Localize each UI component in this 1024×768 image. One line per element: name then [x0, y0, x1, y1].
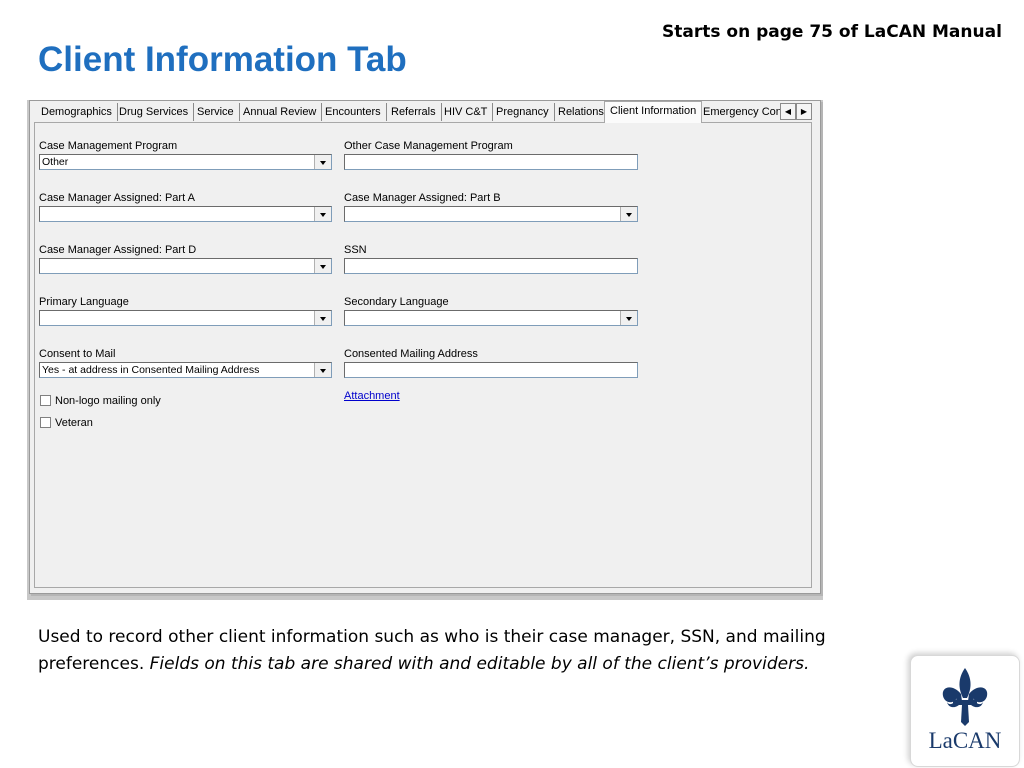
- case-manager-part-d-select[interactable]: [39, 258, 332, 274]
- case-management-program-label: Case Management Program: [39, 140, 178, 152]
- manual-reference: Starts on page 75 of LaCAN Manual: [662, 22, 1002, 42]
- primary-language-label: Primary Language: [39, 296, 129, 308]
- screenshot-frame: Demographics Drug Services Service Annua…: [27, 100, 823, 600]
- case-manager-part-b-label: Case Manager Assigned: Part B: [344, 192, 501, 204]
- chevron-down-icon[interactable]: [314, 207, 331, 221]
- case-manager-part-a-select[interactable]: [39, 206, 332, 222]
- tab-strip: Demographics Drug Services Service Annua…: [30, 101, 820, 123]
- case-manager-part-d-label: Case Manager Assigned: Part D: [39, 244, 197, 256]
- client-window: Demographics Drug Services Service Annua…: [29, 100, 821, 594]
- chevron-down-icon[interactable]: [620, 207, 637, 221]
- tab-drug-services[interactable]: Drug Services: [114, 103, 195, 121]
- consent-to-mail-label: Consent to Mail: [39, 348, 116, 360]
- lacan-logo: LaCAN: [910, 655, 1020, 767]
- case-management-program-select[interactable]: Other: [39, 154, 332, 170]
- consented-mailing-address-label: Consented Mailing Address: [344, 348, 478, 360]
- ssn-input[interactable]: [344, 258, 638, 274]
- tab-emergency-contact[interactable]: Emergency Con: [698, 103, 780, 121]
- slide-description: Used to record other client information …: [38, 624, 898, 678]
- primary-language-select[interactable]: [39, 310, 332, 326]
- ssn-label: SSN: [344, 244, 367, 256]
- attachment-link[interactable]: Attachment: [344, 390, 400, 402]
- chevron-down-icon[interactable]: [620, 311, 637, 325]
- consent-to-mail-value: Yes - at address in Consented Mailing Ad…: [42, 364, 260, 376]
- slide-title: Client Information Tab: [38, 40, 407, 79]
- case-manager-part-a-label: Case Manager Assigned: Part A: [39, 192, 195, 204]
- tab-demographics[interactable]: Demographics: [36, 103, 118, 121]
- tab-client-information[interactable]: Client Information: [604, 101, 703, 123]
- tab-referrals[interactable]: Referrals: [386, 103, 442, 121]
- description-italic-text: Fields on this tab are shared with and e…: [149, 654, 810, 674]
- veteran-checkbox[interactable]: [40, 417, 51, 428]
- case-management-program-value: Other: [42, 156, 69, 168]
- fleur-de-lis-icon: [942, 668, 988, 726]
- secondary-language-label: Secondary Language: [344, 296, 449, 308]
- chevron-down-icon[interactable]: [314, 311, 331, 325]
- veteran-label: Veteran: [55, 417, 93, 429]
- tab-annual-review[interactable]: Annual Review: [238, 103, 323, 121]
- tab-relations[interactable]: Relations: [553, 103, 609, 121]
- client-information-panel: Case Management Program Other Case Manag…: [34, 122, 812, 588]
- non-logo-mailing-checkbox[interactable]: [40, 395, 51, 406]
- tab-scroll-left-icon[interactable]: ◀: [780, 103, 796, 120]
- tab-hiv-ct[interactable]: HIV C&T: [439, 103, 494, 121]
- tab-scroll-controls: ◀ ▶: [780, 103, 812, 120]
- other-case-management-program-input[interactable]: [344, 154, 638, 170]
- chevron-down-icon[interactable]: [314, 363, 331, 377]
- consent-to-mail-select[interactable]: Yes - at address in Consented Mailing Ad…: [39, 362, 332, 378]
- other-case-management-program-label: Other Case Management Program: [344, 140, 513, 152]
- case-manager-part-b-select[interactable]: [344, 206, 638, 222]
- consented-mailing-address-input[interactable]: [344, 362, 638, 378]
- tab-pregnancy[interactable]: Pregnancy: [491, 103, 555, 121]
- secondary-language-select[interactable]: [344, 310, 638, 326]
- tab-encounters[interactable]: Encounters: [320, 103, 387, 121]
- tab-scroll-right-icon[interactable]: ▶: [796, 103, 812, 120]
- tab-service[interactable]: Service: [192, 103, 240, 121]
- chevron-down-icon[interactable]: [314, 155, 331, 169]
- logo-text: LaCAN: [928, 728, 1002, 753]
- non-logo-mailing-label: Non-logo mailing only: [55, 395, 161, 407]
- chevron-down-icon[interactable]: [314, 259, 331, 273]
